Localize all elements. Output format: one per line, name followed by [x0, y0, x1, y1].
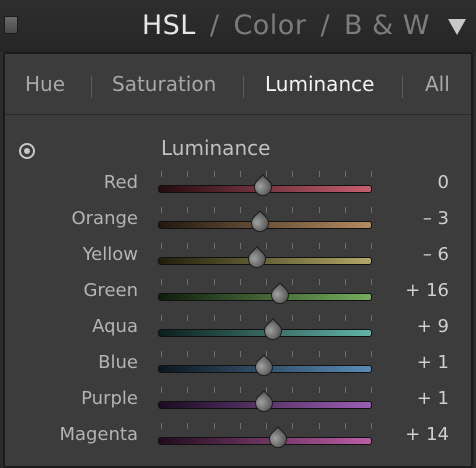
slider-label: Magenta — [59, 424, 138, 445]
slider-thumb[interactable] — [269, 430, 289, 450]
slider-ticks — [161, 207, 372, 213]
slider-row-yellow: Yellow – 6 — [5, 241, 471, 271]
slider-row-blue: Blue + 1 — [5, 349, 471, 379]
slider-track[interactable] — [158, 437, 372, 445]
subtab-all[interactable]: All — [425, 72, 450, 96]
slider-track[interactable] — [158, 293, 372, 301]
slider-row-red: Red 0 — [5, 169, 471, 199]
title-separator: / — [209, 10, 220, 41]
slider-row-green: Green + 16 — [5, 277, 471, 307]
panel-switch-toggle[interactable] — [4, 16, 18, 34]
slider-thumb[interactable] — [254, 178, 274, 198]
slider-ticks — [161, 171, 372, 177]
slider-thumb[interactable] — [271, 286, 291, 306]
slider-value[interactable]: + 16 — [405, 280, 449, 301]
slider-thumb[interactable] — [255, 358, 275, 378]
subtab-divider — [91, 76, 92, 98]
slider-ticks — [161, 315, 372, 321]
slider-ticks — [161, 243, 372, 249]
slider-label: Orange — [71, 208, 138, 229]
hsl-panel: Hue Saturation Luminance All Luminance R… — [3, 52, 473, 468]
panel-title-tabs: HSL / Color / B & W — [142, 10, 430, 41]
subtab-luminance[interactable]: Luminance — [265, 72, 374, 96]
subtab-bar: Hue Saturation Luminance All — [5, 54, 471, 115]
slider-label: Aqua — [92, 316, 138, 337]
slider-value[interactable]: – 3 — [423, 208, 449, 229]
slider-row-purple: Purple + 1 — [5, 385, 471, 415]
slider-value[interactable]: + 1 — [417, 352, 449, 373]
triangle-down-icon[interactable] — [448, 19, 466, 35]
slider-row-magenta: Magenta + 14 — [5, 421, 471, 451]
slider-value[interactable]: + 9 — [417, 316, 449, 337]
slider-label: Red — [103, 172, 138, 193]
slider-label: Yellow — [82, 244, 138, 265]
slider-thumb[interactable] — [251, 214, 271, 234]
slider-value[interactable]: – 6 — [423, 244, 449, 265]
slider-row-aqua: Aqua + 9 — [5, 313, 471, 343]
title-separator: / — [320, 10, 331, 41]
subtab-divider — [243, 76, 244, 98]
slider-label: Green — [83, 280, 138, 301]
subtab-hue[interactable]: Hue — [25, 72, 65, 96]
subtab-divider — [402, 76, 403, 98]
slider-label: Purple — [81, 388, 138, 409]
slider-thumb[interactable] — [248, 250, 268, 270]
section-title: Luminance — [161, 136, 271, 160]
panel-header: HSL / Color / B & W — [0, 0, 476, 52]
slider-value[interactable]: + 1 — [417, 388, 449, 409]
slider-thumb[interactable] — [255, 394, 275, 414]
target-adjust-icon[interactable] — [19, 143, 35, 159]
slider-value[interactable]: 0 — [438, 172, 449, 193]
slider-row-orange: Orange – 3 — [5, 205, 471, 235]
tab-hsl[interactable]: HSL — [142, 10, 196, 41]
slider-ticks — [161, 423, 372, 429]
slider-ticks — [161, 279, 372, 285]
slider-label: Blue — [98, 352, 138, 373]
slider-thumb[interactable] — [264, 322, 284, 342]
slider-value[interactable]: + 14 — [405, 424, 449, 445]
tab-color[interactable]: Color — [233, 10, 306, 41]
subtab-saturation[interactable]: Saturation — [112, 72, 216, 96]
tab-bw[interactable]: B & W — [344, 10, 430, 41]
